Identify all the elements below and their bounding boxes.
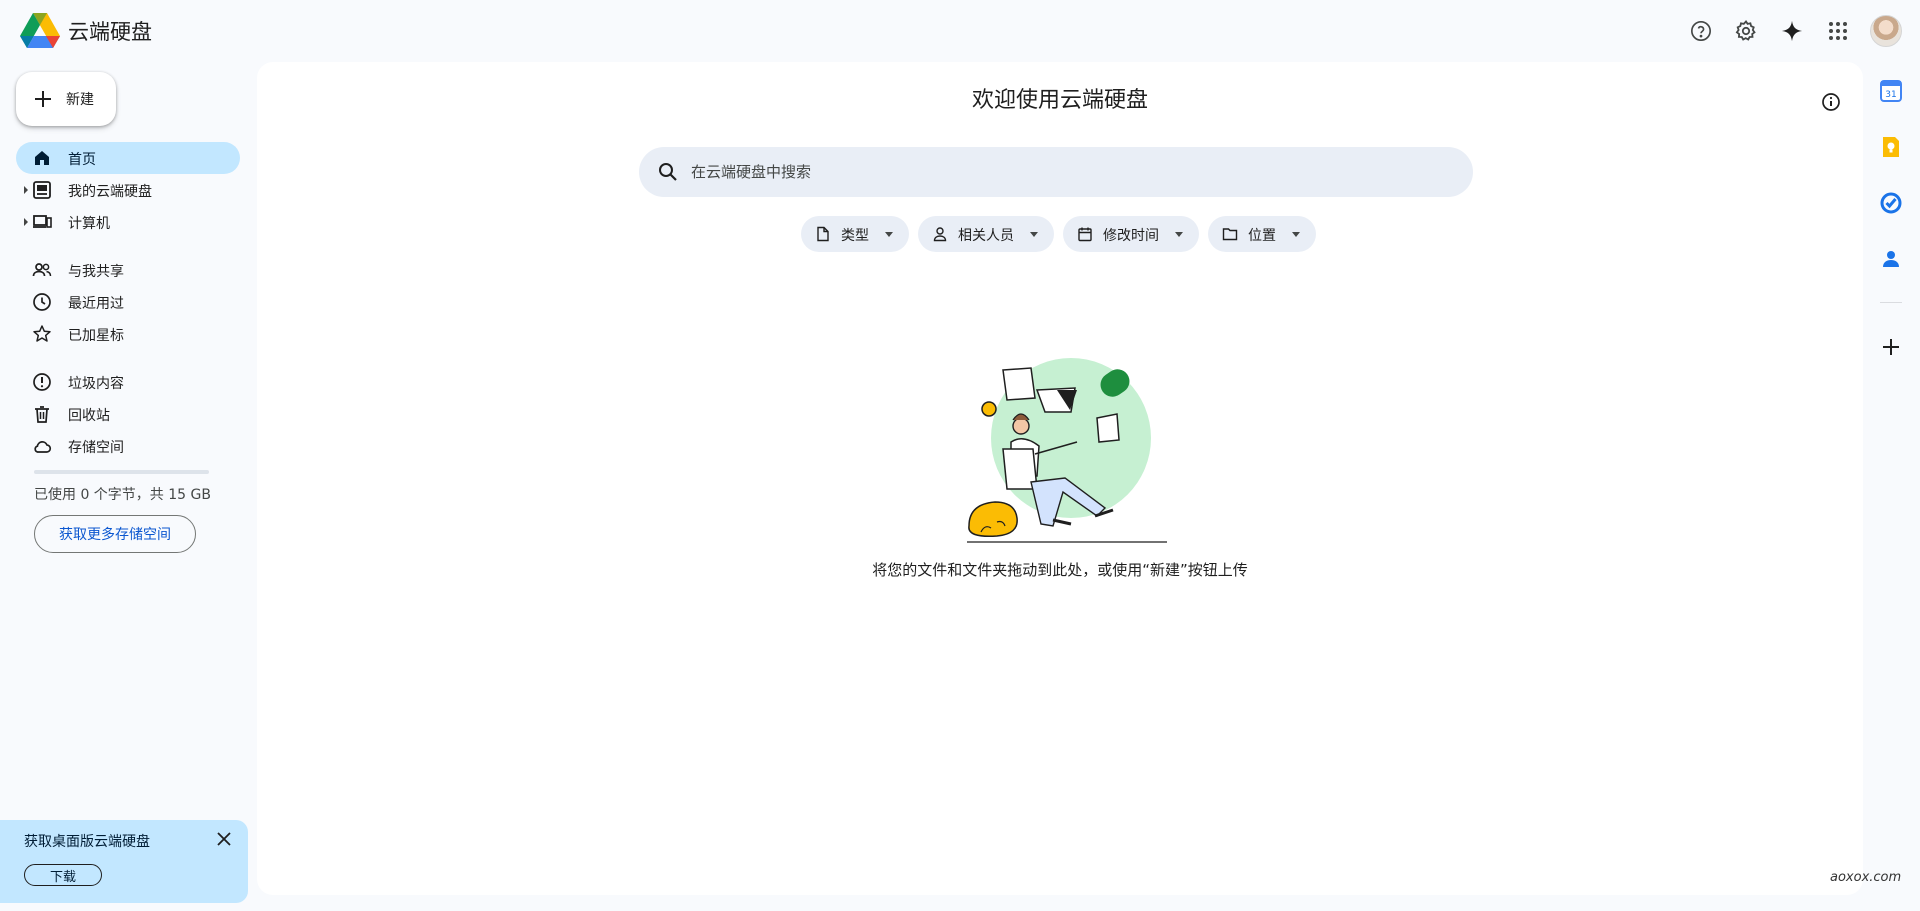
search-bar[interactable]	[639, 147, 1473, 197]
sidebar-item-spam[interactable]: 垃圾内容	[16, 366, 240, 398]
spam-icon	[33, 373, 51, 391]
add-addon-icon[interactable]	[1880, 336, 1902, 358]
calendar-icon	[1078, 227, 1092, 242]
filter-chip-type[interactable]: 类型	[801, 216, 909, 252]
clock-icon	[33, 293, 51, 311]
folder-icon	[1222, 228, 1238, 241]
get-more-storage-button[interactable]: 获取更多存储空间	[34, 515, 196, 553]
new-button[interactable]: 新建	[16, 72, 116, 126]
info-icon[interactable]	[1821, 92, 1841, 112]
main-content: 欢迎使用云端硬盘 类型 相关人员 修改时间	[257, 62, 1863, 895]
tasks-app-icon[interactable]	[1880, 192, 1902, 214]
filter-chip-people[interactable]: 相关人员	[918, 216, 1054, 252]
filter-chip-label: 类型	[841, 228, 869, 244]
new-button-label: 新建	[66, 92, 94, 108]
trash-icon	[35, 406, 49, 423]
filter-chip-modified[interactable]: 修改时间	[1063, 216, 1199, 252]
sidebar-item-label: 回收站	[68, 408, 110, 424]
sidebar-item-home[interactable]: 首页	[16, 142, 240, 174]
dropdown-arrow-icon	[1175, 232, 1183, 237]
account-avatar[interactable]	[1870, 15, 1902, 47]
page-title: 欢迎使用云端硬盘	[971, 88, 1148, 113]
keep-app-icon[interactable]	[1880, 136, 1902, 158]
plus-icon	[35, 91, 51, 107]
cloud-icon	[34, 441, 52, 453]
filter-chip-label: 修改时间	[1103, 228, 1159, 244]
sidebar-item-recent[interactable]: 最近用过	[16, 286, 240, 318]
storage-usage-bar	[34, 470, 209, 474]
top-bar: 云端硬盘	[0, 0, 1920, 62]
sidebar-item-label: 我的云端硬盘	[68, 184, 152, 200]
sidebar-item-trash[interactable]: 回收站	[16, 398, 240, 430]
dropdown-arrow-icon	[1030, 232, 1038, 237]
storage-usage-text: 已使用 0 个字节，共 15 GB	[34, 487, 211, 503]
sidebar-item-my-drive[interactable]: 我的云端硬盘	[16, 174, 240, 206]
empty-state-illustration	[967, 358, 1167, 543]
file-icon	[817, 226, 829, 242]
sidebar-item-label: 已加星标	[68, 328, 124, 344]
empty-state-message: 将您的文件和文件夹拖动到此处，或使用“新建”按钮上传	[872, 561, 1248, 579]
calendar-app-icon[interactable]: 31	[1880, 80, 1902, 102]
help-icon[interactable]	[1683, 13, 1719, 49]
watermark-text: aoxox.com	[1830, 870, 1902, 885]
sidebar-item-storage[interactable]: 存储空间	[16, 430, 240, 462]
calendar-day-label: 31	[1885, 90, 1896, 100]
expand-caret-icon[interactable]	[24, 186, 28, 194]
filter-chip-label: 位置	[1248, 228, 1276, 244]
drive-logo-icon[interactable]	[20, 13, 60, 48]
shared-people-icon	[32, 263, 52, 277]
sidebar-item-shared-with-me[interactable]: 与我共享	[16, 254, 240, 286]
apps-grid-icon[interactable]	[1820, 13, 1856, 49]
side-panel-divider	[1880, 302, 1902, 303]
filter-chip-label: 相关人员	[958, 228, 1014, 244]
sidebar-item-label: 与我共享	[68, 264, 124, 280]
sidebar-item-label: 计算机	[68, 216, 110, 232]
my-drive-icon	[33, 181, 51, 199]
person-icon	[933, 227, 947, 242]
gemini-sparkle-icon[interactable]	[1774, 13, 1810, 49]
expand-caret-icon[interactable]	[24, 218, 28, 226]
sidebar-item-label: 垃圾内容	[68, 376, 124, 392]
home-icon	[35, 151, 49, 165]
close-icon[interactable]	[213, 828, 235, 850]
dropdown-arrow-icon	[1292, 232, 1300, 237]
sidebar-item-label: 最近用过	[68, 296, 124, 312]
filter-chip-location[interactable]: 位置	[1208, 216, 1316, 252]
promo-title: 获取桌面版云端硬盘	[24, 834, 150, 850]
dropdown-arrow-icon	[885, 232, 893, 237]
contacts-app-icon[interactable]	[1880, 248, 1902, 270]
search-icon[interactable]	[657, 161, 679, 183]
settings-icon[interactable]	[1728, 13, 1764, 49]
sidebar-item-starred[interactable]: 已加星标	[16, 318, 240, 350]
sidebar-item-label: 存储空间	[68, 440, 124, 456]
desktop-promo-banner: 获取桌面版云端硬盘 下载	[0, 820, 248, 903]
star-icon	[33, 325, 51, 342]
download-button[interactable]: 下载	[24, 864, 102, 886]
sidebar-item-label: 首页	[68, 152, 96, 168]
sidebar-item-computers[interactable]: 计算机	[16, 206, 240, 238]
computer-icon	[33, 215, 52, 228]
search-input[interactable]	[691, 147, 1451, 197]
app-title[interactable]: 云端硬盘	[68, 16, 152, 46]
